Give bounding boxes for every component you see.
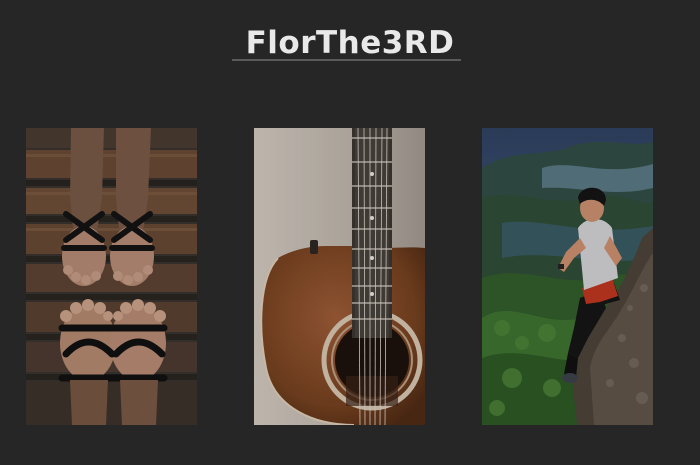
gallery-photo-mountain[interactable]: [482, 128, 653, 425]
mountain-image: [482, 128, 653, 425]
sandals-image: [26, 128, 197, 425]
guitar-image: [254, 128, 425, 425]
site-title: FlorThe3RD: [245, 24, 455, 61]
gallery-photo-guitar[interactable]: [254, 128, 425, 425]
title-divider: [232, 59, 461, 61]
gallery-photo-sandals[interactable]: [26, 128, 197, 425]
